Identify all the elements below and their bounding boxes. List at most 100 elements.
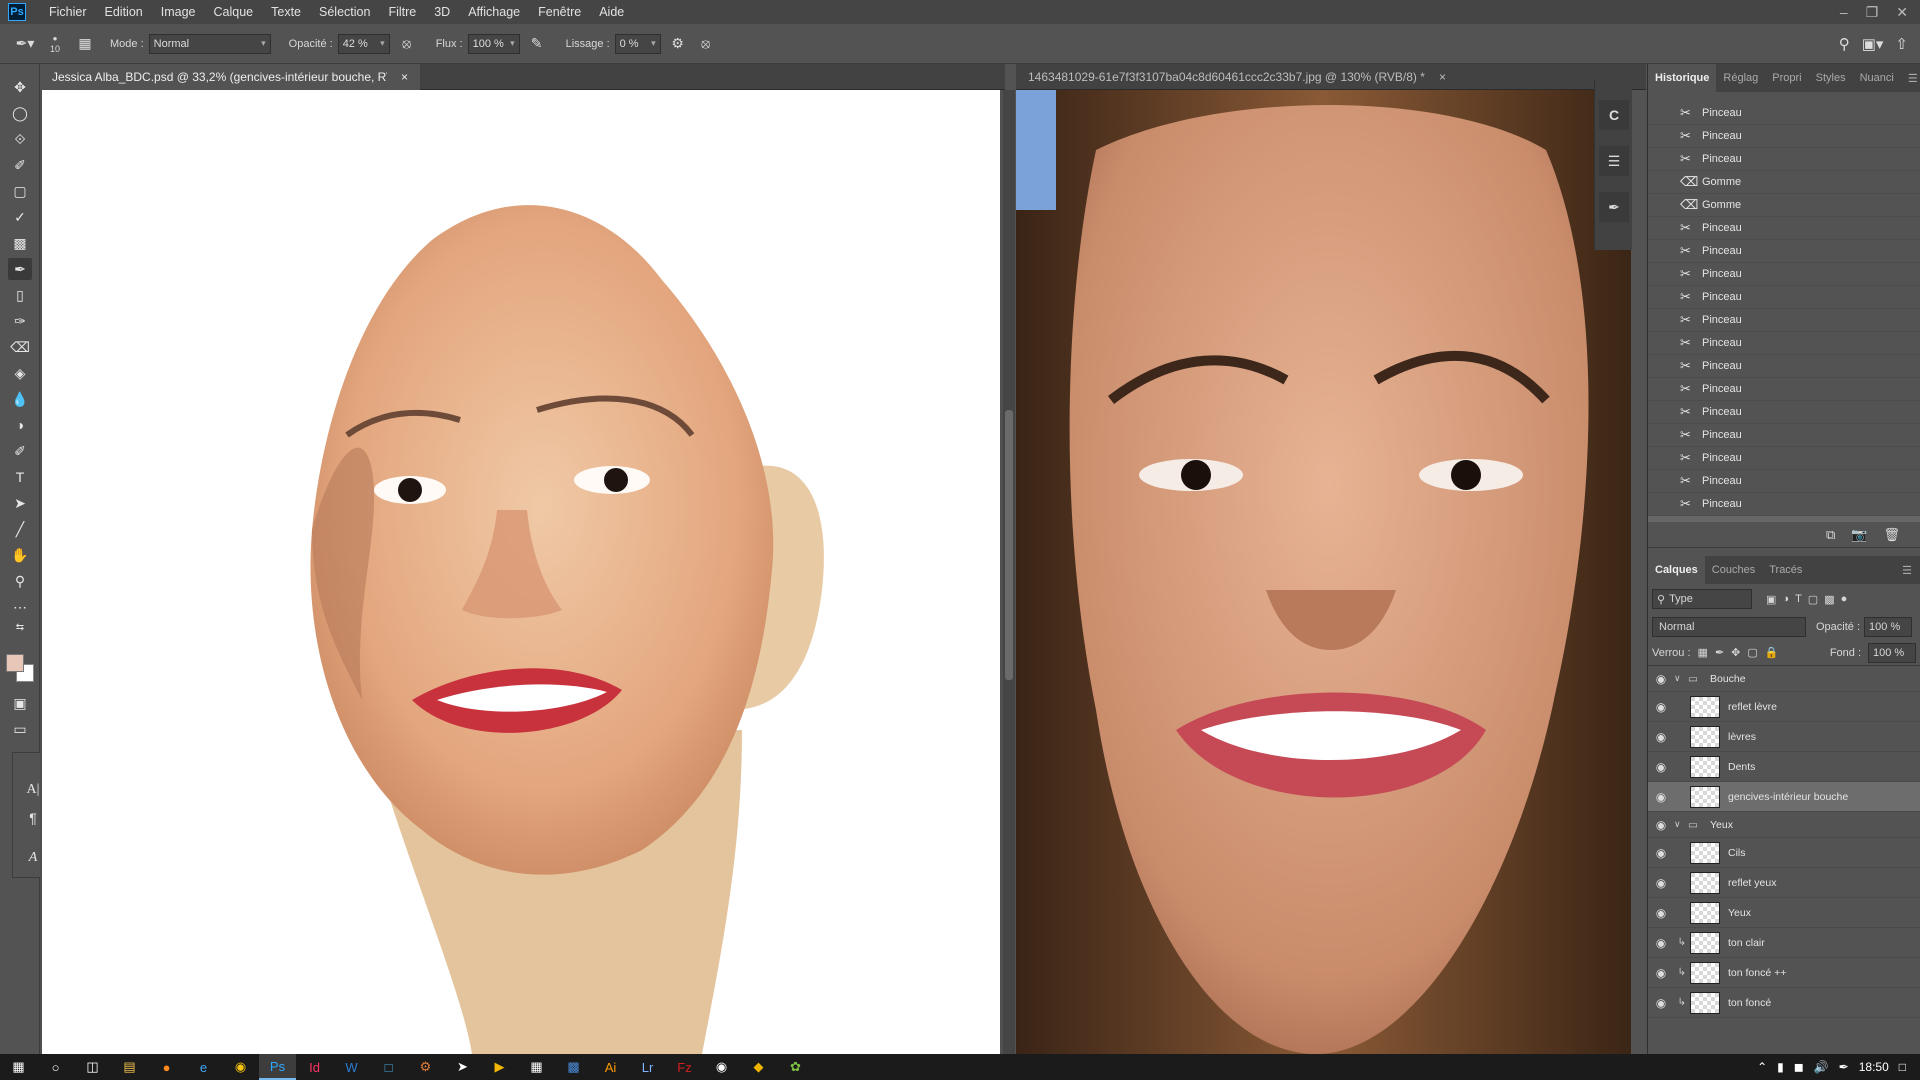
history-item[interactable]: ✂ Pinceau xyxy=(1648,470,1920,493)
history-item[interactable]: ⌫ Gomme xyxy=(1648,171,1920,194)
eraser-tool-icon[interactable]: ⌫ xyxy=(8,336,32,358)
app-icon-plane[interactable]: ➤ xyxy=(444,1054,481,1080)
app-icon-blue[interactable]: □ xyxy=(370,1054,407,1080)
eyedropper-tool-icon[interactable]: ✓ xyxy=(8,206,32,228)
mode-select[interactable]: Normal xyxy=(148,33,271,54)
chrome-icon[interactable]: ◉ xyxy=(222,1054,259,1080)
foreground-color-swatch[interactable] xyxy=(6,654,24,672)
history-source-checkbox[interactable] xyxy=(1656,359,1670,373)
lasso-tool-icon[interactable]: ⟐ xyxy=(8,128,32,150)
history-item[interactable]: ✂ Pinceau xyxy=(1648,286,1920,309)
lock-all-icon[interactable]: 🔒 xyxy=(1765,646,1779,659)
blur-tool-icon[interactable]: 💧 xyxy=(8,388,32,410)
history-source-checkbox[interactable] xyxy=(1656,106,1670,120)
right-document-tab[interactable]: 1463481029-61e7f3f3107ba04c8d60461ccc2c3… xyxy=(1016,64,1646,90)
scrollbar-thumb[interactable] xyxy=(1005,410,1013,680)
layer-name[interactable]: Cils xyxy=(1728,847,1746,859)
layer-thumbnail[interactable] xyxy=(1690,695,1720,718)
quick-mask-icon[interactable]: ▣ xyxy=(8,692,32,714)
history-item[interactable]: ✂ Pinceau xyxy=(1648,240,1920,263)
tab-couches[interactable]: Couches xyxy=(1705,556,1762,584)
layer-row[interactable]: ◉ Cils xyxy=(1648,838,1920,868)
menu-texte[interactable]: Texte xyxy=(262,5,310,19)
menu-3d[interactable]: 3D xyxy=(425,5,459,19)
brush-settings-panel-icon[interactable]: ✒ xyxy=(1599,192,1629,222)
crop-tool-icon[interactable]: ▢ xyxy=(8,180,32,202)
opacity-field[interactable]: 42 % xyxy=(337,33,390,54)
lock-position-icon[interactable]: ✥ xyxy=(1731,646,1740,659)
layer-thumbnail[interactable] xyxy=(1690,725,1720,748)
filter-pixel-icon[interactable]: ▣ xyxy=(1766,593,1776,606)
close-tab-icon[interactable]: × xyxy=(1439,70,1446,84)
tray-chevron-icon[interactable]: ⌃ xyxy=(1757,1060,1767,1074)
history-item[interactable]: ✂ Pinceau xyxy=(1648,447,1920,470)
visibility-eye-icon[interactable]: ◉ xyxy=(1648,760,1674,774)
history-source-checkbox[interactable] xyxy=(1656,382,1670,396)
layer-name[interactable]: ton foncé xyxy=(1728,997,1771,1009)
screen-mode-icon[interactable]: ▭ xyxy=(8,718,32,740)
history-item[interactable]: ✂ Pinceau xyxy=(1648,309,1920,332)
share-icon[interactable]: ⇧ xyxy=(1895,35,1908,53)
layer-row[interactable]: ◉ ↳ ton clair xyxy=(1648,928,1920,958)
layer-name[interactable]: Yeux xyxy=(1710,819,1733,831)
history-item[interactable]: ✂ Pinceau xyxy=(1648,355,1920,378)
history-source-checkbox[interactable] xyxy=(1656,336,1670,350)
visibility-eye-icon[interactable]: ◉ xyxy=(1648,790,1674,804)
app-icon-leaf[interactable]: ✿ xyxy=(777,1054,814,1080)
history-source-checkbox[interactable] xyxy=(1656,497,1670,511)
tab-reglages[interactable]: Réglag xyxy=(1716,64,1765,92)
app-icon-circle[interactable]: ◉ xyxy=(703,1054,740,1080)
history-item[interactable]: ✂ Pinceau xyxy=(1648,102,1920,125)
app-icon-gear[interactable]: ⚙ xyxy=(407,1054,444,1080)
history-item[interactable]: ✂ Pinceau xyxy=(1648,378,1920,401)
layer-row[interactable]: ◉ lèvres xyxy=(1648,722,1920,752)
layer-thumbnail[interactable] xyxy=(1690,871,1720,894)
tab-proprietes[interactable]: Propri xyxy=(1765,64,1808,92)
history-source-checkbox[interactable] xyxy=(1656,175,1670,189)
layer-row[interactable]: ◉ ↳ ton foncé ++ xyxy=(1648,958,1920,988)
menu-image[interactable]: Image xyxy=(152,5,205,19)
visibility-eye-icon[interactable]: ◉ xyxy=(1648,730,1674,744)
illustrator-icon[interactable]: Ai xyxy=(592,1054,629,1080)
close-window-icon[interactable]: ✕ xyxy=(1896,4,1908,21)
tab-calques[interactable]: Calques xyxy=(1648,556,1705,584)
reference-photo-canvas[interactable] xyxy=(1016,90,1631,1054)
history-item[interactable]: ✂ Pinceau xyxy=(1648,493,1920,516)
task-view-icon[interactable]: ◫ xyxy=(74,1054,111,1080)
layer-thumbnail[interactable] xyxy=(1690,961,1720,984)
layer-name[interactable]: ton foncé ++ xyxy=(1728,967,1786,979)
layer-row[interactable]: ◉ Yeux xyxy=(1648,898,1920,928)
history-item[interactable]: ✂ Pinceau xyxy=(1648,217,1920,240)
close-tab-icon[interactable]: × xyxy=(401,70,408,84)
history-source-checkbox[interactable] xyxy=(1656,313,1670,327)
visibility-eye-icon[interactable]: ◉ xyxy=(1648,936,1674,950)
quick-selection-tool-icon[interactable]: ✐ xyxy=(8,154,32,176)
brush-preview-icon[interactable]: ● xyxy=(53,34,58,44)
history-source-checkbox[interactable] xyxy=(1656,198,1670,212)
history-source-checkbox[interactable] xyxy=(1656,267,1670,281)
layer-thumbnail[interactable] xyxy=(1690,755,1720,778)
minimize-icon[interactable]: – xyxy=(1840,4,1848,21)
filter-toggle-icon[interactable]: ● xyxy=(1841,593,1848,605)
history-item[interactable]: ⌫ Gomme xyxy=(1648,194,1920,217)
lock-pixels-icon[interactable]: ✒ xyxy=(1715,646,1724,659)
search-circle-icon[interactable]: ○ xyxy=(37,1054,74,1080)
lissage-field[interactable]: 0 % xyxy=(614,33,661,54)
lightroom-icon[interactable]: Lr xyxy=(629,1054,666,1080)
layer-name[interactable]: gencives-intérieur bouche xyxy=(1728,791,1848,803)
calculator-icon[interactable]: ▦ xyxy=(518,1054,555,1080)
layer-name[interactable]: Bouche xyxy=(1710,673,1746,685)
layer-filter-select[interactable]: ⚲ Type xyxy=(1652,589,1752,609)
history-source-checkbox[interactable] xyxy=(1656,221,1670,235)
layer-thumbnail[interactable] xyxy=(1690,841,1720,864)
filter-adjustment-icon[interactable]: ◑ xyxy=(1782,593,1789,605)
history-item[interactable]: ✂ Pinceau xyxy=(1648,263,1920,286)
layer-opacity-field[interactable]: 100 % xyxy=(1864,617,1913,637)
visibility-eye-icon[interactable]: ◉ xyxy=(1648,906,1674,920)
libraries-icon[interactable]: C xyxy=(1599,100,1629,130)
layer-name[interactable]: Yeux xyxy=(1728,907,1751,919)
filter-smart-icon[interactable]: ▩ xyxy=(1824,593,1834,606)
dodge-tool-icon[interactable]: ◑ xyxy=(8,414,32,436)
restore-icon[interactable]: ❐ xyxy=(1866,4,1879,21)
visibility-eye-icon[interactable]: ◉ xyxy=(1648,876,1674,890)
